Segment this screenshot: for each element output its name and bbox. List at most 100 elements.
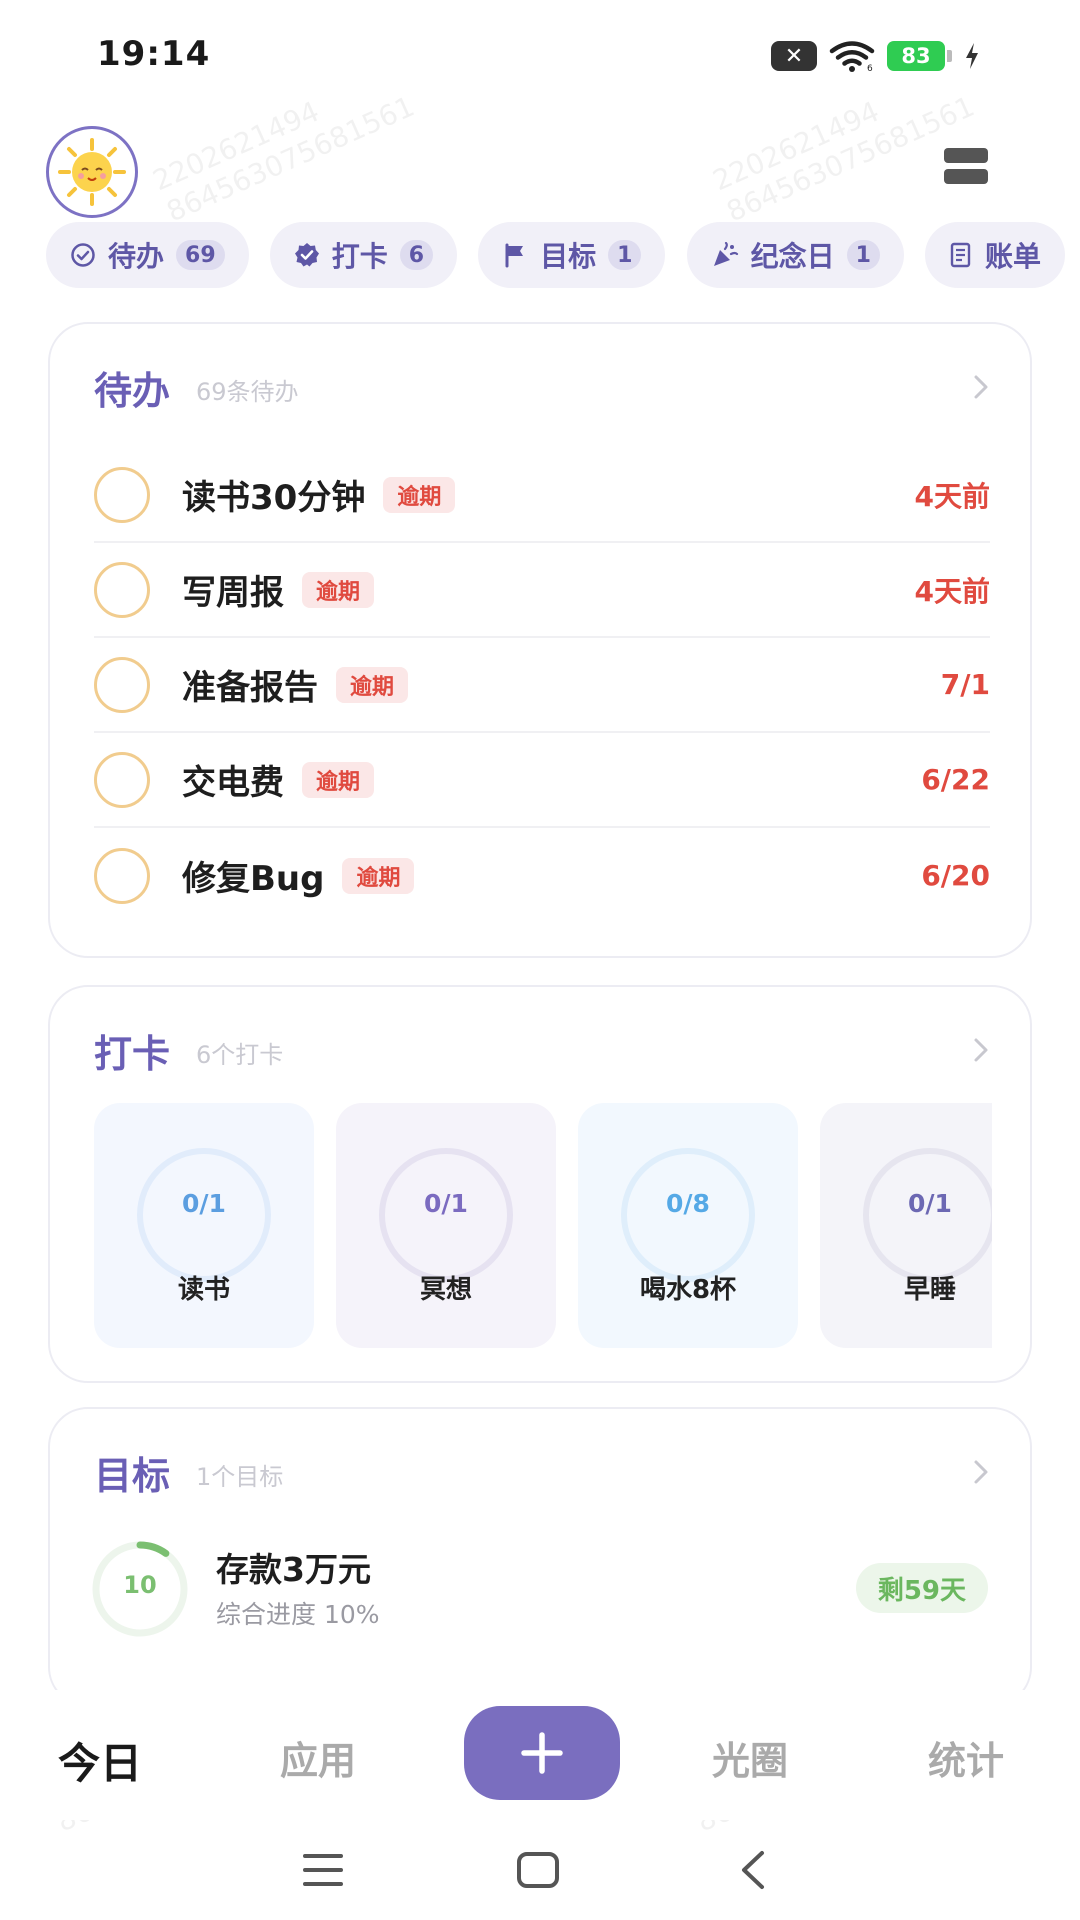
overdue-tag: 逾期 [302,761,375,798]
checkin-tile[interactable]: 0/1 读书 [94,1103,314,1348]
checkin-list: 0/1 读书 0/1 冥想 0/8 喝水8杯 0/1 早睡 [94,1103,992,1348]
chip-label: 目标 [540,240,597,273]
battery-icon: 83 [887,41,952,71]
chip-checkin[interactable]: 打卡 6 [269,222,458,288]
todo-card-header[interactable]: 待办 69条待办 [94,362,990,413]
todo-due: 6/22 [921,763,990,796]
todo-name: 交电费 [182,763,284,803]
tab-stats[interactable]: 统计 [928,1730,1004,1785]
tab-apps[interactable]: 应用 [280,1730,356,1785]
todo-due: 4天前 [914,479,990,513]
overdue-tag: 逾期 [383,476,456,513]
card-subtitle: 6个打卡 [196,1040,284,1069]
todo-list: 读书30分钟 逾期 4天前 写周报 逾期 4天前 准备报告 逾期 7/1 交电费… [94,448,990,923]
overdue-tag: 逾期 [336,666,409,703]
checkin-count: 0/1 [424,1189,468,1218]
chip-label: 账单 [985,240,1042,273]
charging-icon [966,43,978,69]
chip-anniversary[interactable]: 纪念日 1 [686,222,904,288]
sun-avatar-icon [58,138,126,206]
goal-remaining-badge: 剩59天 [855,1563,988,1613]
todo-name: 写周报 [182,573,284,613]
menu-icon[interactable] [944,148,988,184]
verified-badge-icon [294,242,320,268]
system-nav-bar [0,1820,1080,1920]
todo-checkbox[interactable] [94,561,150,618]
todo-due: 7/1 [940,668,990,701]
checkin-name: 早睡 [903,1275,956,1305]
chip-count: 69 [176,240,225,270]
chip-label: 纪念日 [750,240,835,273]
checkin-tile[interactable]: 0/1 冥想 [336,1103,556,1348]
receipt-icon [949,242,973,268]
chip-label: 打卡 [331,240,388,273]
chip-label: 待办 [108,240,165,273]
todo-due: 6/20 [921,859,990,892]
tab-aperture[interactable]: 光圈 [712,1730,788,1785]
recent-apps-icon[interactable] [302,1850,344,1890]
todo-due: 4天前 [914,574,990,608]
overdue-tag: 逾期 [342,857,415,894]
category-chips: 待办 69 打卡 6 目标 1 纪念日 1 账单 [46,222,1080,288]
goal-card-header[interactable]: 目标 1个目标 [94,1447,990,1498]
todo-checkbox[interactable] [94,751,150,808]
checkin-name: 冥想 [419,1275,472,1305]
chip-bills[interactable]: 账单 [925,222,1066,288]
goal-progress-text: 综合进度 10% [216,1600,380,1629]
chip-goal[interactable]: 目标 1 [478,222,666,288]
chevron-right-icon [974,1038,988,1062]
plus-icon [521,1732,563,1774]
goal-card: 目标 1个目标 10 存款3万元 综合进度 10% 剩59天 [48,1407,1032,1707]
checkin-tile[interactable]: 0/1 早睡 [820,1103,992,1348]
todo-name: 修复Bug [182,859,325,899]
chip-count: 6 [399,240,434,270]
card-title: 打卡 [94,1031,171,1076]
todo-name: 读书30分钟 [182,478,366,518]
battery-level: 83 [887,41,945,71]
card-title: 目标 [94,1453,171,1498]
home-icon[interactable] [516,1850,560,1890]
chip-count: 1 [846,240,880,270]
todo-item[interactable]: 写周报 逾期 4天前 [94,543,990,638]
todo-checkbox[interactable] [94,466,150,523]
checkin-name: 读书 [177,1275,230,1305]
add-button[interactable] [464,1706,620,1800]
todo-item[interactable]: 读书30分钟 逾期 4天前 [94,448,990,543]
chevron-right-icon [974,1460,988,1484]
tab-today[interactable]: 今日 [58,1730,142,1791]
close-notification-icon: ✕ [771,41,817,71]
status-time: 19:14 [97,34,211,74]
chip-count: 1 [608,240,642,270]
todo-item[interactable]: 修复Bug 逾期 6/20 [94,828,990,923]
todo-checkbox[interactable] [94,656,150,713]
checkin-card: 打卡 6个打卡 0/1 读书 0/1 冥想 0/8 喝水8杯 0/1 早睡 [48,985,1032,1383]
back-icon[interactable] [738,1850,768,1890]
card-subtitle: 1个目标 [196,1462,284,1491]
checkin-tile[interactable]: 0/8 喝水8杯 [578,1103,798,1348]
checkin-card-header[interactable]: 打卡 6个打卡 [94,1025,990,1076]
todo-item[interactable]: 准备报告 逾期 7/1 [94,638,990,733]
todo-name: 准备报告 [182,668,318,708]
goal-item[interactable]: 10 存款3万元 综合进度 10% 剩59天 [90,1539,988,1639]
overdue-tag: 逾期 [302,571,375,608]
card-title: 待办 [94,368,171,413]
wifi-icon: 6 [829,41,875,72]
checkin-count: 0/1 [908,1189,952,1218]
bottom-tab-bar: 今日 应用 光圈 统计 [0,1690,1080,1820]
chevron-right-icon [974,375,988,399]
todo-item[interactable]: 交电费 逾期 6/22 [94,733,990,828]
svg-text:6: 6 [867,64,873,72]
status-icons: ✕ 6 83 [771,40,980,72]
checkin-count: 0/8 [666,1189,710,1218]
chip-todo[interactable]: 待办 69 [46,222,249,288]
celebration-icon [711,242,739,268]
goal-progress-value: 10 [123,1571,157,1599]
todo-card: 待办 69条待办 读书30分钟 逾期 4天前 写周报 逾期 4天前 准备报告 逾… [48,322,1032,958]
checkin-count: 0/1 [182,1189,226,1218]
check-circle-icon [70,242,96,268]
flag-icon [502,242,528,268]
checkin-name: 喝水8杯 [639,1275,737,1305]
todo-checkbox[interactable] [94,847,150,904]
goal-name: 存款3万元 [216,1550,371,1589]
avatar[interactable] [46,126,138,218]
